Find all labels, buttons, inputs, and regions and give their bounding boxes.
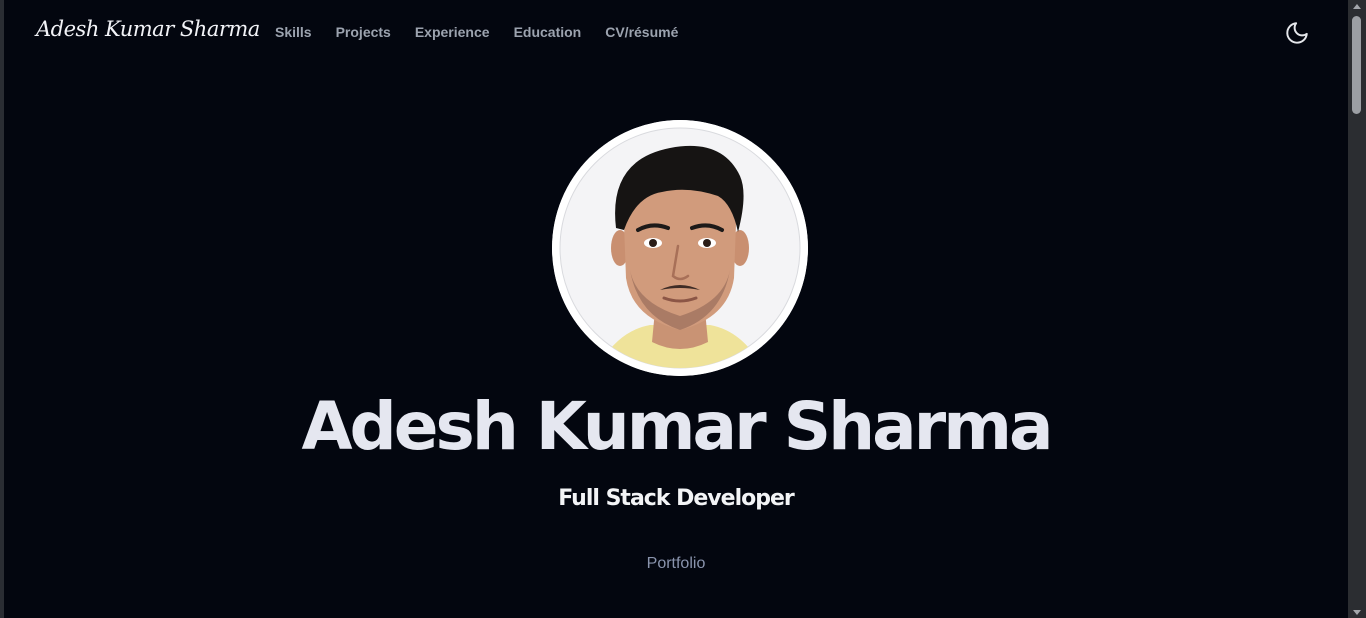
scroll-down-arrow-icon[interactable] <box>1353 610 1361 615</box>
nav-item-experience[interactable]: Experience <box>415 24 490 40</box>
nav-item-skills[interactable]: Skills <box>275 24 312 40</box>
site-header: Adesh Kumar Sharma Skills Projects Exper… <box>4 0 1348 66</box>
theme-toggle-button[interactable] <box>1284 20 1310 46</box>
profile-avatar <box>552 120 808 376</box>
moon-icon <box>1286 22 1308 44</box>
nav-item-projects[interactable]: Projects <box>336 24 391 40</box>
nav-item-education[interactable]: Education <box>514 24 582 40</box>
scroll-up-arrow-icon[interactable] <box>1353 4 1361 9</box>
site-logo[interactable]: Adesh Kumar Sharma <box>36 17 260 41</box>
nav-item-cv[interactable]: CV/résumé <box>605 24 678 40</box>
hero-tagline: Portfolio <box>646 555 706 572</box>
profile-photo <box>552 120 808 376</box>
main-nav: Skills Projects Experience Education CV/… <box>275 24 702 40</box>
vertical-scrollbar[interactable] <box>1348 0 1366 618</box>
hero-role: Full Stack Developer <box>558 486 795 511</box>
portfolio-page: Adesh Kumar Sharma Skills Projects Exper… <box>0 0 1366 618</box>
scrollbar-thumb[interactable] <box>1352 16 1361 114</box>
hero-name: Adesh Kumar Sharma <box>301 388 1053 465</box>
